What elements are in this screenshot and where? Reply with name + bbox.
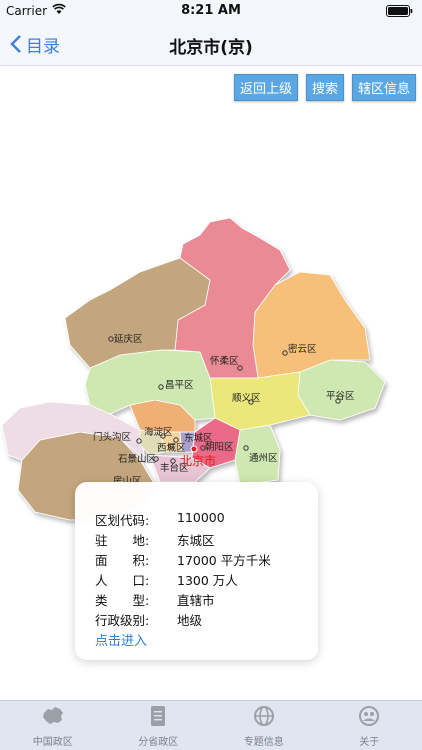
population-label: 人 口: [95, 573, 150, 588]
tab-china-regions[interactable]: 中国政区 [0, 701, 106, 750]
label-huairou: 怀柔区 [210, 355, 239, 367]
label-shijingshan: 石景山区 [118, 454, 157, 465]
people-icon [359, 706, 380, 726]
label-miyun: 密云区 [288, 343, 317, 355]
seat-label: 驻 地: [95, 533, 150, 548]
label-mentougou: 门头沟区 [93, 431, 132, 443]
globe-icon [253, 706, 274, 726]
enter-link[interactable]: 点击进入 [95, 630, 147, 649]
tab-label: 专题信息 [243, 737, 284, 748]
china-map-icon [42, 707, 63, 724]
region-info-card: 区划代码: 110000 驻 地: 东城区 面 积: 17000 平方千米 人 … [75, 482, 318, 660]
label-tongzhou: 通州区 [249, 453, 278, 464]
code-label: 区划代码: [95, 513, 150, 528]
label-shunyi: 顺义区 [232, 393, 261, 404]
tab-province-regions[interactable]: 分省政区 [106, 701, 212, 750]
navigation-bar: 目录 北京市(京) [0, 22, 422, 66]
area-value: 17000 平方千米 [177, 553, 271, 568]
seat-value: 东城区 [177, 533, 215, 548]
level-value: 地级 [177, 613, 203, 628]
info-row-seat: 驻 地: 东城区 [95, 530, 215, 549]
action-bar: 返回上级 搜索 辖区信息 [233, 74, 416, 101]
label-haidian: 海淀区 [144, 426, 173, 438]
label-chaoyang: 朝阳区 [205, 442, 234, 453]
tab-label: 分省政区 [138, 737, 179, 748]
tab-bar: 中国政区 分省政区 专题信息 关于 [0, 700, 422, 750]
tab-label: 中国政区 [32, 737, 73, 748]
tab-topics[interactable]: 专题信息 [211, 701, 317, 750]
tab-label: 关于 [359, 737, 380, 748]
label-changping: 昌平区 [165, 380, 194, 391]
info-row-population: 人 口: 1300 万人 [95, 570, 238, 589]
label-pinggu: 平谷区 [326, 391, 355, 402]
district-info-button[interactable]: 辖区信息 [351, 74, 416, 101]
battery-icon [386, 5, 413, 17]
document-icon [151, 706, 166, 726]
label-yanqing: 延庆区 [114, 333, 143, 345]
population-value: 1300 万人 [177, 573, 238, 588]
info-row-level: 行政级别: 地级 [95, 610, 202, 629]
go-up-button[interactable]: 返回上级 [233, 74, 298, 101]
area-label: 面 积: [95, 553, 150, 568]
status-bar: Carrier 8:21 AM [0, 0, 422, 22]
info-row-code: 区划代码: 110000 [95, 510, 225, 529]
info-row-area: 面 积: 17000 平方千米 [95, 550, 271, 569]
page-title: 北京市(京) [169, 38, 253, 58]
label-xicheng: 西城区 [157, 443, 186, 454]
tab-about[interactable]: 关于 [317, 701, 422, 750]
district-pinggu[interactable] [297, 359, 386, 421]
type-value: 直辖市 [177, 593, 215, 608]
clock: 8:21 AM [181, 3, 241, 18]
search-button[interactable]: 搜索 [305, 74, 344, 101]
capital-label: 北京市 [180, 453, 216, 468]
info-row-type: 类 型: 直辖市 [95, 590, 215, 609]
type-label: 类 型: [95, 593, 150, 608]
level-label: 行政级别: [95, 613, 150, 628]
code-value: 110000 [177, 510, 225, 525]
